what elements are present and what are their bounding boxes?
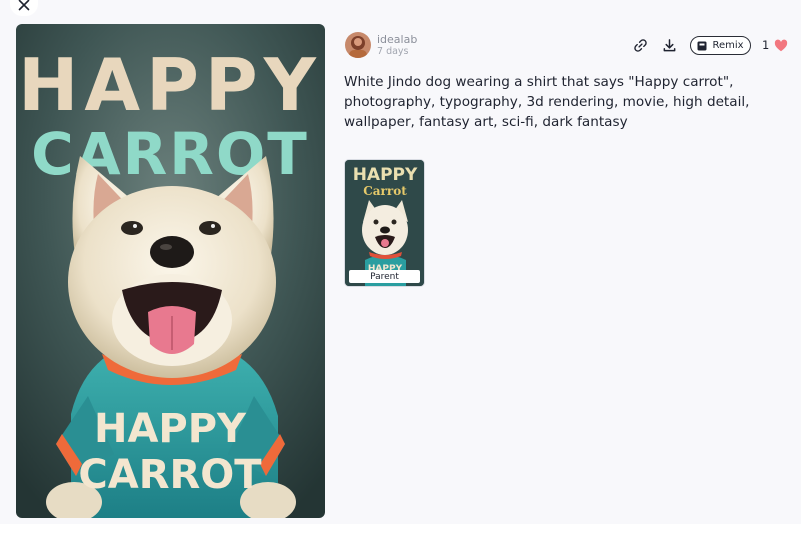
- download-button[interactable]: [660, 36, 678, 54]
- author-avatar[interactable]: [345, 32, 371, 58]
- copy-link-button[interactable]: [631, 36, 649, 54]
- author-username[interactable]: idealab: [377, 33, 417, 46]
- heart-icon: [774, 39, 788, 52]
- poster-title-line1: HAPPY: [18, 43, 322, 127]
- shirt-text-line1: HAPPY: [94, 406, 247, 452]
- link-icon: [633, 38, 647, 52]
- parent-label: Parent: [349, 270, 420, 283]
- shirt-text-line2: CARROT: [78, 452, 262, 498]
- parent-thumb-line1: HAPPY: [353, 165, 418, 185]
- parent-thumbnail: HAPPY Carrot HAPPY: [345, 160, 424, 286]
- like-button[interactable]: [774, 38, 788, 52]
- parent-image-card[interactable]: HAPPY Carrot HAPPY Parent: [344, 159, 425, 287]
- remix-icon: [697, 41, 707, 50]
- remix-button[interactable]: Remix: [690, 36, 751, 55]
- prompt-text: White Jindo dog wearing a shirt that say…: [344, 74, 750, 130]
- parent-thumb-line2: Carrot: [363, 184, 407, 198]
- like-count: 1: [762, 38, 770, 52]
- download-icon: [663, 38, 675, 51]
- close-icon: [18, 0, 30, 11]
- main-artwork-image[interactable]: HAPPY CARROT HAPPY CARROT: [16, 24, 325, 518]
- post-timestamp: 7 days: [377, 46, 409, 57]
- remix-label: Remix: [712, 40, 744, 51]
- bottom-strip: [0, 524, 801, 540]
